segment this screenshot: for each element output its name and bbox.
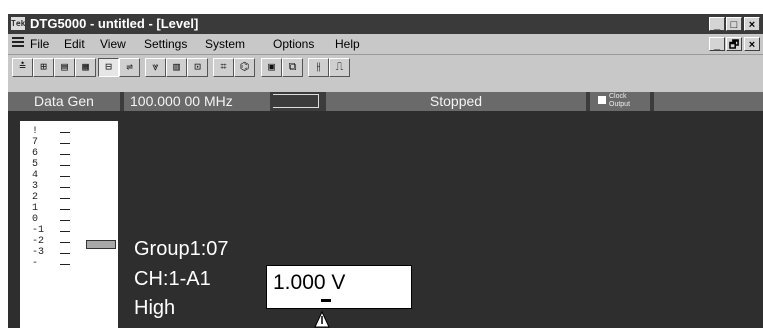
sequence-icon[interactable]: ⊡ xyxy=(187,58,208,77)
pattern-icon[interactable]: ⩔ xyxy=(145,58,166,77)
level-scale: ! 7 6 5 4 3 2 1 0 -1 -2 -3 - xyxy=(20,121,118,328)
state-label: High xyxy=(134,297,176,319)
level-tick xyxy=(60,154,70,155)
doc-close-button[interactable]: × xyxy=(744,37,760,51)
level-label: 1 xyxy=(32,203,39,214)
level-tick xyxy=(60,253,70,254)
frequency-indicator-icon xyxy=(273,94,319,108)
level-label: - xyxy=(32,258,39,269)
level-label: -3 xyxy=(32,247,45,258)
clock-output-checkbox[interactable] xyxy=(598,96,606,104)
maximize-button[interactable]: □ xyxy=(726,17,742,31)
level-row: 6 xyxy=(20,148,118,159)
knob-pointer-icon xyxy=(314,311,330,328)
level-icon[interactable]: ⊟ xyxy=(98,58,119,77)
edit-cursor xyxy=(321,299,331,302)
level-tick xyxy=(60,198,70,199)
level-tick xyxy=(60,231,70,232)
menu-options[interactable]: Options xyxy=(273,37,314,51)
level-row: - xyxy=(20,258,118,269)
level-row: ! xyxy=(20,126,118,137)
status-bar: Data Gen 100.000 00 MHz Stopped Clock Ou… xyxy=(8,92,763,111)
mode-display: Data Gen xyxy=(8,92,120,111)
waveform-icon[interactable]: ⎍ xyxy=(329,58,350,77)
level-label: 7 xyxy=(32,137,39,148)
menu-settings[interactable]: Settings xyxy=(144,37,187,51)
level-tick xyxy=(60,264,70,265)
data-gen-icon[interactable]: ≛ xyxy=(12,58,33,77)
level-row: -3 xyxy=(20,247,118,258)
setup-icon[interactable]: ⊞ xyxy=(33,58,54,77)
level-label: 5 xyxy=(32,159,39,170)
level-tick xyxy=(60,187,70,188)
level-marker[interactable] xyxy=(86,240,116,249)
document-icon[interactable] xyxy=(12,37,24,50)
level-value-field[interactable]: 1.000 V xyxy=(266,265,412,309)
level-tick xyxy=(60,132,70,133)
level-label: ! xyxy=(32,126,39,137)
timing-icon[interactable]: ⇌ xyxy=(119,58,140,77)
editor-icon[interactable]: ⌗ xyxy=(213,58,234,77)
title-bar[interactable]: Tek DTG5000 - untitled - [Level] _ □ × xyxy=(8,14,763,34)
menu-help[interactable]: Help xyxy=(335,37,360,51)
toolbar: ≛ ⊞ ▤ ▦ ⊟ ⇌ ⩔ ▥ ⊡ ⌗ ⌬ ▣ ⧉ ⫲ ⎍ xyxy=(8,54,763,81)
probe-icon[interactable]: ⌬ xyxy=(234,58,255,77)
level-row: 0 xyxy=(20,214,118,225)
level-row: -1 xyxy=(20,225,118,236)
window-title: DTG5000 - untitled - [Level] xyxy=(30,16,199,31)
channel-icon[interactable]: ⫲ xyxy=(308,58,329,77)
doc-minimize-button[interactable]: _ xyxy=(709,37,725,51)
level-row: 5 xyxy=(20,159,118,170)
level-row: 7 xyxy=(20,137,118,148)
level-tick xyxy=(60,209,70,210)
app-window: Tek DTG5000 - untitled - [Level] _ □ × F… xyxy=(8,14,763,328)
level-label: 0 xyxy=(32,214,39,225)
group-label: Group1:07 xyxy=(134,238,229,260)
stop-icon[interactable]: ⧉ xyxy=(282,58,303,77)
level-row: 4 xyxy=(20,170,118,181)
level-row: 2 xyxy=(20,192,118,203)
level-tick xyxy=(60,143,70,144)
close-button[interactable]: × xyxy=(744,17,760,31)
run-state-display: Stopped xyxy=(326,92,586,111)
menu-edit[interactable]: Edit xyxy=(64,37,85,51)
status-spare-field xyxy=(654,92,763,111)
level-label: 3 xyxy=(32,181,39,192)
minimize-button[interactable]: _ xyxy=(709,17,725,31)
menu-view[interactable]: View xyxy=(100,37,126,51)
doc-restore-button[interactable]: 🗗 xyxy=(726,37,742,51)
level-tick xyxy=(60,176,70,177)
level-label: -1 xyxy=(32,225,45,236)
level-label: 2 xyxy=(32,192,39,203)
clock-output-label: Clock Output xyxy=(609,93,631,108)
level-row: 3 xyxy=(20,181,118,192)
level-tick xyxy=(60,220,70,221)
run-icon[interactable]: ▣ xyxy=(261,58,282,77)
menu-bar: File Edit View Settings System Options H… xyxy=(8,34,763,54)
listing-icon[interactable]: ▤ xyxy=(54,58,75,77)
app-logo-icon: Tek xyxy=(11,17,26,30)
level-tick xyxy=(60,165,70,166)
channel-label: CH:1-A1 xyxy=(134,268,211,290)
menu-file[interactable]: File xyxy=(30,37,49,51)
level-row: 1 xyxy=(20,203,118,214)
level-value-text: 1.000 V xyxy=(273,271,346,294)
level-label: 6 xyxy=(32,148,39,159)
frequency-display[interactable]: 100.000 00 MHz xyxy=(124,92,270,111)
level-tick xyxy=(60,242,70,243)
block-icon[interactable]: ▥ xyxy=(166,58,187,77)
grid-icon[interactable]: ▦ xyxy=(75,58,96,77)
level-panel: ! 7 6 5 4 3 2 1 0 -1 -2 -3 - Group1:07 C… xyxy=(8,111,763,328)
menu-system[interactable]: System xyxy=(205,37,245,51)
level-label: -2 xyxy=(32,236,45,247)
level-label: 4 xyxy=(32,170,39,181)
